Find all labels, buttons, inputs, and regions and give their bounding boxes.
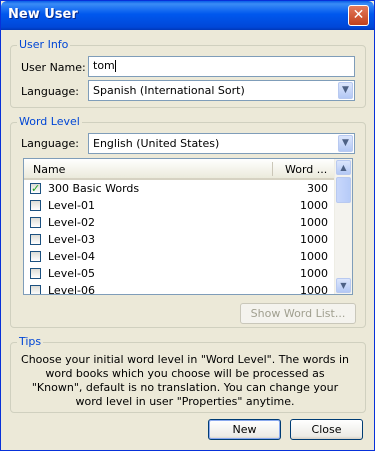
tips-text: Choose your initial word level in "Word … [21, 353, 349, 408]
list-item-name: 300 Basic Words [48, 182, 140, 195]
user-language-label: Language: [21, 85, 79, 98]
list-item-count: 1000 [300, 233, 328, 246]
title-bar[interactable]: New User ✕ [1, 1, 374, 30]
list-item-checkbox[interactable]: ✓ [30, 183, 41, 194]
list-scrollbar[interactable]: ▲ ▼ [334, 159, 352, 294]
user-info-group: User Info User Name: tom Language: Spani… [10, 38, 366, 108]
scroll-up-icon[interactable]: ▲ [336, 160, 351, 175]
list-item-checkbox[interactable] [30, 251, 41, 262]
window-title: New User [8, 7, 78, 22]
scrollbar-thumb[interactable] [336, 177, 351, 203]
list-item-count: 300 [307, 182, 328, 195]
user-name-field[interactable]: tom [88, 56, 355, 77]
list-item-count: 1000 [300, 250, 328, 263]
column-header-word-count[interactable]: Word ... [285, 163, 327, 176]
close-button-label: Close [311, 423, 342, 436]
list-item[interactable]: Level-03 1000 [24, 231, 336, 248]
word-book-list[interactable]: Name Word ... ✓ 300 Basic Words 300 Leve… [23, 158, 353, 295]
chevron-down-icon[interactable]: ▼ [338, 135, 353, 152]
column-divider[interactable] [272, 162, 273, 176]
new-button[interactable]: New [208, 419, 281, 440]
scroll-down-icon[interactable]: ▼ [336, 278, 351, 293]
new-button-label: New [232, 423, 257, 436]
list-item[interactable]: Level-02 1000 [24, 214, 336, 231]
list-item-checkbox[interactable] [30, 217, 41, 228]
list-item[interactable]: ✓ 300 Basic Words 300 [24, 180, 336, 197]
list-item[interactable]: Level-01 1000 [24, 197, 336, 214]
column-header-name[interactable]: Name [33, 163, 65, 176]
list-item-name: Level-06 [48, 284, 96, 295]
chevron-down-icon[interactable]: ▼ [338, 82, 353, 99]
tips-group: Tips Choose your initial word level in "… [10, 335, 366, 413]
list-item-name: Level-02 [48, 216, 96, 229]
word-level-language-value: English (United States) [93, 137, 220, 150]
list-item-name: Level-05 [48, 267, 96, 280]
list-item-checkbox[interactable] [30, 285, 41, 294]
user-language-select[interactable]: Spanish (International Sort) ▼ [88, 80, 355, 101]
list-item-count: 1000 [300, 267, 328, 280]
show-word-list-label: Show Word List... [250, 307, 346, 320]
word-level-language-label: Language: [21, 137, 79, 150]
list-item-checkbox[interactable] [30, 234, 41, 245]
list-item-name: Level-04 [48, 250, 96, 263]
word-level-language-select[interactable]: English (United States) ▼ [88, 133, 355, 154]
close-button[interactable]: Close [290, 419, 363, 440]
user-language-value: Spanish (International Sort) [93, 84, 245, 97]
list-item[interactable]: Level-04 1000 [24, 248, 336, 265]
tips-group-label: Tips [17, 335, 44, 348]
show-word-list-button[interactable]: Show Word List... [240, 303, 356, 324]
new-user-dialog: New User ✕ User Info User Name: tom Lang… [0, 0, 375, 451]
list-item[interactable]: Level-05 1000 [24, 265, 336, 282]
user-info-group-label: User Info [17, 38, 71, 51]
list-item-count: 1000 [300, 216, 328, 229]
user-name-label: User Name: [21, 61, 86, 74]
list-item-count: 1000 [300, 199, 328, 212]
list-item-checkbox[interactable] [30, 200, 41, 211]
list-item-name: Level-01 [48, 199, 96, 212]
list-item-name: Level-03 [48, 233, 96, 246]
list-item[interactable]: Level-06 1000 [24, 282, 336, 295]
list-header: Name Word ... [24, 159, 336, 180]
close-icon: ✕ [352, 7, 365, 23]
list-item-checkbox[interactable] [30, 268, 41, 279]
user-name-value: tom [93, 59, 115, 72]
list-item-count: 1000 [300, 284, 328, 295]
close-window-button[interactable]: ✕ [348, 5, 369, 26]
word-level-group-label: Word Level [17, 115, 82, 128]
